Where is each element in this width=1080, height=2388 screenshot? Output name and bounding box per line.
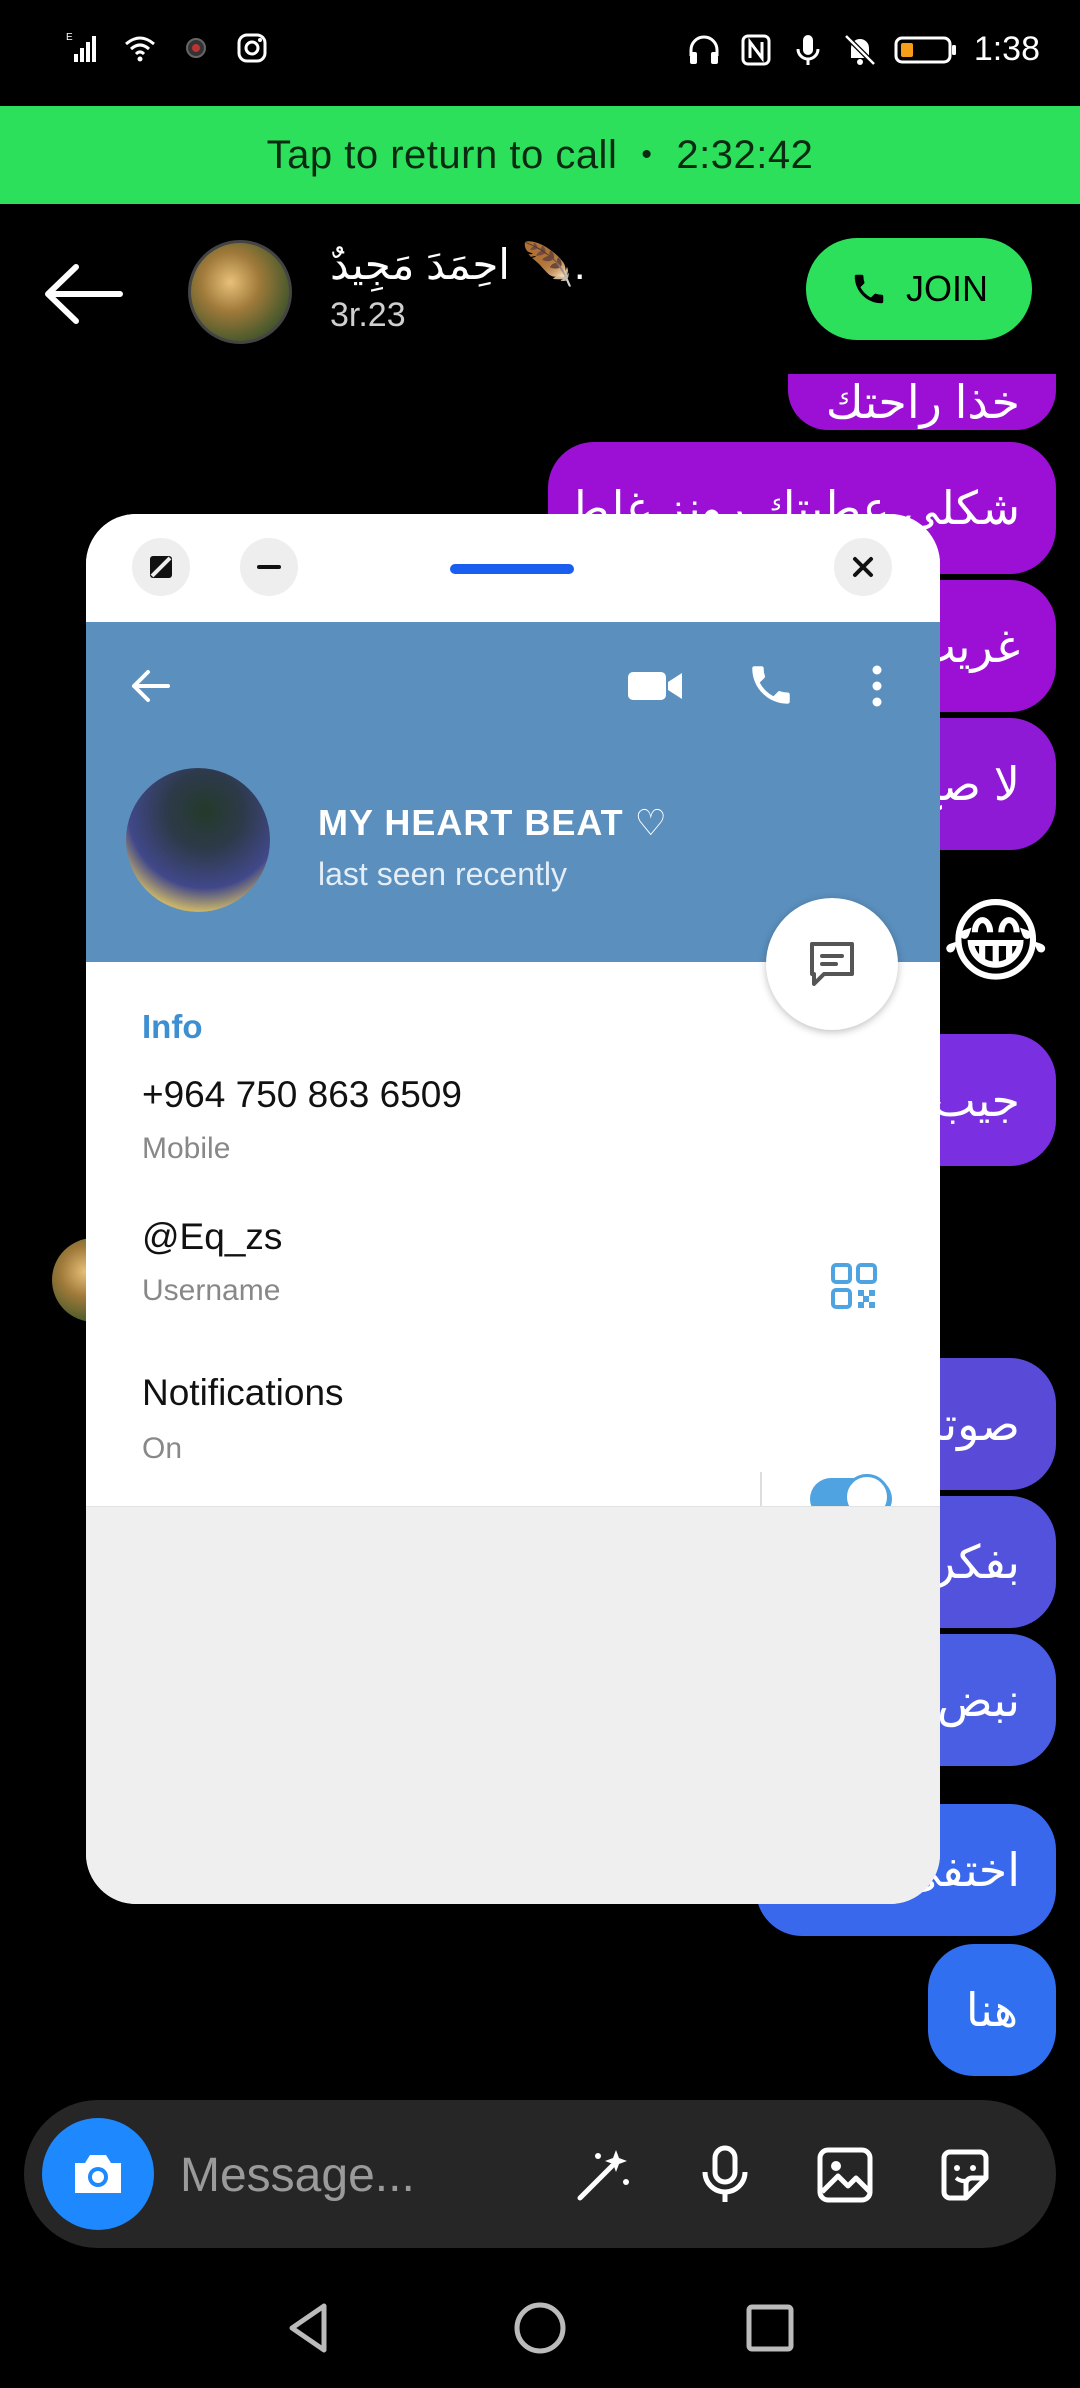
signal-icon: E <box>66 32 96 62</box>
status-time: 1:38 <box>973 30 1040 68</box>
back-arrow-icon[interactable] <box>40 259 126 329</box>
call-banner-separator: • <box>641 138 653 171</box>
instagram-icon <box>237 33 267 63</box>
floating-window-titlebar[interactable] <box>86 514 940 622</box>
sticker-icon[interactable] <box>934 2144 996 2206</box>
svg-text:E: E <box>66 32 73 43</box>
join-label: JOIN <box>905 268 988 309</box>
record-icon <box>186 38 206 58</box>
battery-icon <box>894 36 956 63</box>
qr-code-icon[interactable] <box>830 1262 878 1310</box>
phone-call-icon[interactable] <box>746 660 796 710</box>
profile-avatar[interactable] <box>126 768 270 912</box>
status-bar: E 1:38 <box>0 0 1080 106</box>
join-call-button[interactable]: JOIN <box>806 238 1032 340</box>
expand-icon <box>150 556 172 578</box>
video-call-icon[interactable] <box>626 664 684 708</box>
camera-button[interactable] <box>42 2118 154 2230</box>
send-message-button[interactable] <box>766 898 898 1030</box>
bell-muted-icon <box>844 33 876 66</box>
empty-area <box>86 1506 940 1904</box>
status-left: E <box>66 30 270 66</box>
message-input[interactable] <box>180 2140 560 2210</box>
magic-wand-icon[interactable] <box>572 2144 634 2206</box>
phone-label: Mobile <box>142 1132 231 1165</box>
back-arrow-icon[interactable] <box>126 662 174 710</box>
gallery-icon[interactable] <box>814 2144 876 2206</box>
close-window-button[interactable] <box>834 538 892 596</box>
more-options-icon[interactable] <box>870 662 884 710</box>
drag-handle[interactable] <box>450 564 574 574</box>
notifications-label[interactable]: Notifications <box>142 1372 344 1414</box>
microphone-status-icon <box>796 34 820 65</box>
emoji-message[interactable]: 😂 <box>942 888 1050 995</box>
chat-contact-name[interactable]: احِمَدَ مَجِيدٌ 🪶. <box>330 240 586 290</box>
floating-window: MY HEART BEAT ♡ last seen recently Info … <box>86 514 940 1904</box>
microphone-icon[interactable] <box>694 2144 756 2206</box>
wifi-icon <box>125 36 155 62</box>
nav-home-icon[interactable] <box>510 2298 570 2358</box>
call-duration: 2:32:42 <box>676 132 814 177</box>
chat-contact-subtitle: 3r.23 <box>330 296 406 334</box>
close-icon <box>853 557 873 577</box>
message-icon <box>810 942 854 986</box>
return-to-call-banner[interactable]: Tap to return to call • 2:32:42 <box>0 106 1080 204</box>
system-nav-bar <box>0 2270 1080 2388</box>
profile-name: MY HEART BEAT ♡ <box>318 802 668 843</box>
camera-icon <box>75 2155 121 2193</box>
info-title: Info <box>142 1008 203 1045</box>
notifications-state: On <box>142 1432 183 1465</box>
info-section: Info +964 750 863 6509 Mobile @Eq_zs Use… <box>86 962 940 1506</box>
message-composer <box>24 2100 1056 2248</box>
username[interactable]: @Eq_zs <box>142 1216 282 1258</box>
nav-recents-icon[interactable] <box>740 2298 800 2358</box>
message-bubble[interactable]: هنا <box>928 1944 1056 2076</box>
chat-header: احِمَدَ مَجِيدٌ 🪶. 3r.23 JOIN <box>0 204 1080 374</box>
nav-back-icon[interactable] <box>280 2298 340 2358</box>
fullscreen-button[interactable] <box>132 538 190 596</box>
message-bubble[interactable]: خذا راحتك <box>788 374 1056 430</box>
nfc-icon <box>741 34 771 65</box>
status-right: 1:38 <box>686 30 1040 69</box>
headphones-icon <box>689 35 719 64</box>
minimize-button[interactable] <box>240 538 298 596</box>
chat-avatar[interactable] <box>188 240 292 344</box>
username-label: Username <box>142 1274 281 1307</box>
call-banner-label: Tap to return to call <box>266 132 618 177</box>
minus-icon <box>257 565 281 569</box>
phone-number[interactable]: +964 750 863 6509 <box>142 1074 462 1116</box>
profile-last-seen: last seen recently <box>318 856 568 892</box>
phone-icon <box>854 274 884 304</box>
